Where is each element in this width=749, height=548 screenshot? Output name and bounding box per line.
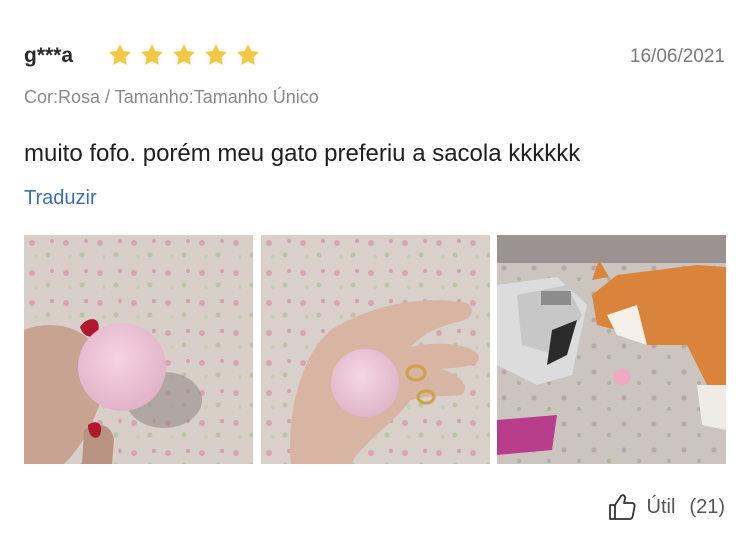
helpful-label: Útil: [646, 495, 676, 518]
helpful-count: (21): [689, 495, 725, 518]
review-photo-3[interactable]: [497, 235, 726, 464]
review-card: g***a 16/06/2021 Cor:Rosa / Tamanho:Tama…: [0, 0, 749, 548]
star-icon: [172, 43, 196, 65]
review-photo-2[interactable]: [261, 235, 490, 464]
star-icon: [140, 43, 164, 65]
star-icon: [204, 43, 228, 65]
star-icon: [236, 43, 260, 65]
review-date: 16/06/2021: [629, 46, 725, 67]
translate-link[interactable]: Traduzir: [24, 187, 97, 210]
star-rating: [107, 42, 261, 70]
helpful-button[interactable]: Útil (21): [607, 490, 725, 524]
pompom-hand-photo: [24, 235, 253, 464]
star-icon: [108, 43, 132, 65]
reviewer-name: g***a: [24, 44, 74, 67]
cat-bag-photo: [497, 235, 726, 464]
product-variant: Cor:Rosa / Tamanho:Tamanho Único: [24, 87, 319, 107]
pompom-palm-photo: [261, 235, 490, 464]
review-text: muito fofo. porém meu gato preferiu a sa…: [24, 140, 581, 167]
thumbs-up-icon: [608, 494, 636, 520]
review-photo-1[interactable]: [24, 235, 253, 464]
